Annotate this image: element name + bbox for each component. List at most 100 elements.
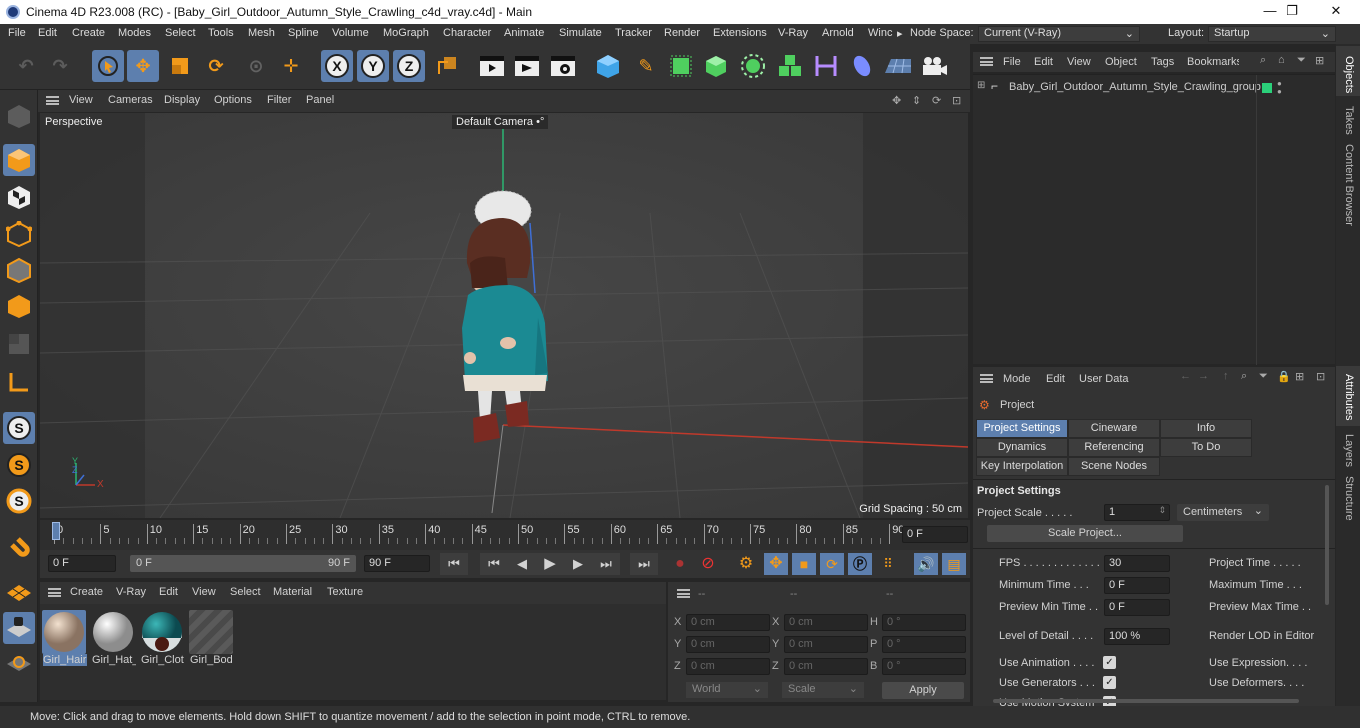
key-rotation-icon[interactable]: ⟳	[820, 553, 844, 575]
timeline-ruler[interactable]: 0 5 10 15 20 25 30 35 40 45 50 55 60 65 70 75 80 85 90 0 F	[40, 520, 970, 550]
pen-spline-icon[interactable]: ✎	[630, 50, 662, 82]
maximize-view-icon[interactable]: ⊡	[952, 94, 961, 107]
axis-z-lock-icon[interactable]: Z	[393, 50, 425, 82]
tab-cineware[interactable]: Cineware	[1068, 419, 1160, 438]
deformer-icon[interactable]	[810, 50, 842, 82]
material-girl-cloth[interactable]	[140, 610, 184, 654]
layer-color-swatch[interactable]	[1262, 83, 1272, 93]
menu-arnold[interactable]: Arnold	[822, 27, 854, 39]
object-menu-tags[interactable]: Tags	[1151, 56, 1174, 68]
record-keys-icon[interactable]: ●	[668, 553, 692, 575]
axis-x-lock-icon[interactable]: X	[321, 50, 353, 82]
rotate-tool-icon[interactable]: ⟳	[200, 50, 232, 82]
tab-dynamics[interactable]: Dynamics	[976, 438, 1068, 457]
side-tab-objects[interactable]: Objects	[1343, 56, 1355, 93]
visibility-dots-icon[interactable]: ● ●	[1277, 80, 1282, 96]
filter-icon[interactable]: ⏷	[1259, 370, 1268, 383]
attr-checkbox[interactable]: ✓	[1103, 676, 1116, 689]
menu-tools[interactable]: Tools	[208, 27, 234, 39]
viewport-menu-cameras[interactable]: Cameras	[108, 94, 153, 106]
material-girl-hat[interactable]	[91, 610, 135, 654]
coord-space-dropdown[interactable]: World ⌄	[686, 682, 768, 698]
expand-icon[interactable]: ⊞	[977, 80, 985, 91]
attr-field-input[interactable]: 0 F	[1104, 577, 1170, 594]
viewport-menu-panel[interactable]: Panel	[306, 94, 334, 106]
scale-project-button[interactable]: Scale Project...	[987, 525, 1183, 542]
viewport-menu-view[interactable]: View	[69, 94, 93, 106]
material-girl-body[interactable]	[189, 610, 233, 654]
object-name[interactable]: Baby_Girl_Outdoor_Autumn_Style_Crawling_…	[1009, 81, 1261, 93]
tab-project-settings[interactable]: Project Settings	[976, 419, 1068, 438]
render-region-icon[interactable]	[3, 646, 35, 678]
undo-icon[interactable]: ↶	[10, 50, 42, 82]
make-editable-icon[interactable]	[3, 100, 35, 132]
object-menu-file[interactable]: File	[1003, 56, 1021, 68]
magnet-tool-icon[interactable]	[3, 532, 35, 564]
rotate-view-icon[interactable]: ⟳	[932, 94, 941, 107]
material-menu-create[interactable]: Create	[70, 586, 103, 598]
key-position-icon[interactable]: ✥	[764, 553, 788, 575]
forward-arrow-icon[interactable]: →	[1198, 370, 1209, 382]
close-button[interactable]: ✕	[1314, 2, 1358, 22]
scale-tool-icon[interactable]	[164, 50, 196, 82]
current-frame-field[interactable]: 0 F	[902, 526, 968, 543]
search-icon[interactable]: ⌕	[1241, 370, 1247, 383]
node-space-dropdown[interactable]: Current (V-Ray) ⌄	[978, 26, 1140, 42]
coord-value-field[interactable]: 0 cm	[784, 614, 868, 631]
search-icon[interactable]: ⌕	[1260, 54, 1266, 67]
back-arrow-icon[interactable]: ←	[1180, 370, 1191, 382]
side-tab-takes[interactable]: Takes	[1343, 106, 1355, 135]
menu-overflow-icon[interactable]: ▸	[897, 27, 903, 40]
menu-vray[interactable]: V-Ray	[778, 27, 808, 39]
pan-view-icon[interactable]: ✥	[892, 94, 901, 107]
play-icon[interactable]: ▶	[536, 553, 564, 575]
field-icon[interactable]	[846, 50, 878, 82]
attr-menu-mode[interactable]: Mode	[1003, 373, 1031, 385]
subdivision-surface-icon[interactable]	[665, 50, 697, 82]
viewport-menu-display[interactable]: Display	[164, 94, 200, 106]
edge-mode-icon[interactable]	[3, 254, 35, 286]
menu-file[interactable]: File	[8, 27, 26, 39]
autokey-icon[interactable]: ⊘	[696, 553, 720, 575]
cloner-icon[interactable]	[737, 50, 769, 82]
keyframe-selection-icon[interactable]: ⚙	[734, 553, 758, 575]
object-menu-bookmarks[interactable]: Bookmarks	[1187, 56, 1239, 68]
attr-field-input[interactable]: 0 F	[1104, 599, 1170, 616]
new-panel-icon[interactable]: ⊞	[1295, 370, 1304, 383]
redo-icon[interactable]: ↷	[44, 50, 76, 82]
apply-button[interactable]: Apply	[882, 682, 964, 699]
new-panel-icon[interactable]: ⊞	[1315, 54, 1324, 67]
up-arrow-icon[interactable]: ↑	[1223, 370, 1229, 382]
hamburger-icon[interactable]	[980, 57, 993, 66]
uv-mode-icon[interactable]	[3, 328, 35, 360]
live-select-icon[interactable]: ⊙	[240, 50, 272, 82]
tab-info[interactable]: Info	[1160, 419, 1252, 438]
render-active-view-icon[interactable]	[511, 50, 543, 82]
floor-environment-icon[interactable]	[882, 50, 914, 82]
viewport-menu-options[interactable]: Options	[214, 94, 252, 106]
go-to-start-icon[interactable]: ⏮	[440, 553, 468, 575]
coord-value-field[interactable]: 0 cm	[686, 658, 770, 675]
cube-primitive-icon[interactable]	[592, 50, 624, 82]
coordinate-system-icon[interactable]	[432, 50, 464, 82]
attr-field-input[interactable]: 30	[1104, 555, 1170, 572]
hamburger-icon[interactable]	[48, 588, 61, 597]
camera-icon[interactable]	[918, 50, 950, 82]
key-scale-icon[interactable]: ■	[792, 553, 816, 575]
coord-value-field[interactable]: 0 °	[882, 658, 966, 675]
menu-create[interactable]: Create	[72, 27, 105, 39]
material-menu-vray[interactable]: V-Ray	[116, 586, 146, 598]
snap-enable-icon[interactable]: S	[3, 412, 35, 444]
tab-key-interpolation[interactable]: Key Interpolation	[976, 457, 1068, 476]
menu-spline[interactable]: Spline	[288, 27, 319, 39]
coord-value-field[interactable]: 0 cm	[686, 636, 770, 653]
maximize-button[interactable]: ❐	[1270, 2, 1314, 22]
menu-modes[interactable]: Modes	[118, 27, 151, 39]
coord-value-field[interactable]: 0 cm	[686, 614, 770, 631]
layout-dropdown[interactable]: Startup ⌄	[1208, 26, 1336, 42]
array-generator-icon[interactable]	[700, 50, 732, 82]
transform-tool-icon[interactable]: ✛	[275, 50, 307, 82]
project-scale-field[interactable]: 1 ⇕	[1104, 504, 1170, 521]
new-attribute-panel-icon[interactable]: ⊡	[1316, 370, 1325, 383]
coord-value-field[interactable]: 0 °	[882, 636, 966, 653]
